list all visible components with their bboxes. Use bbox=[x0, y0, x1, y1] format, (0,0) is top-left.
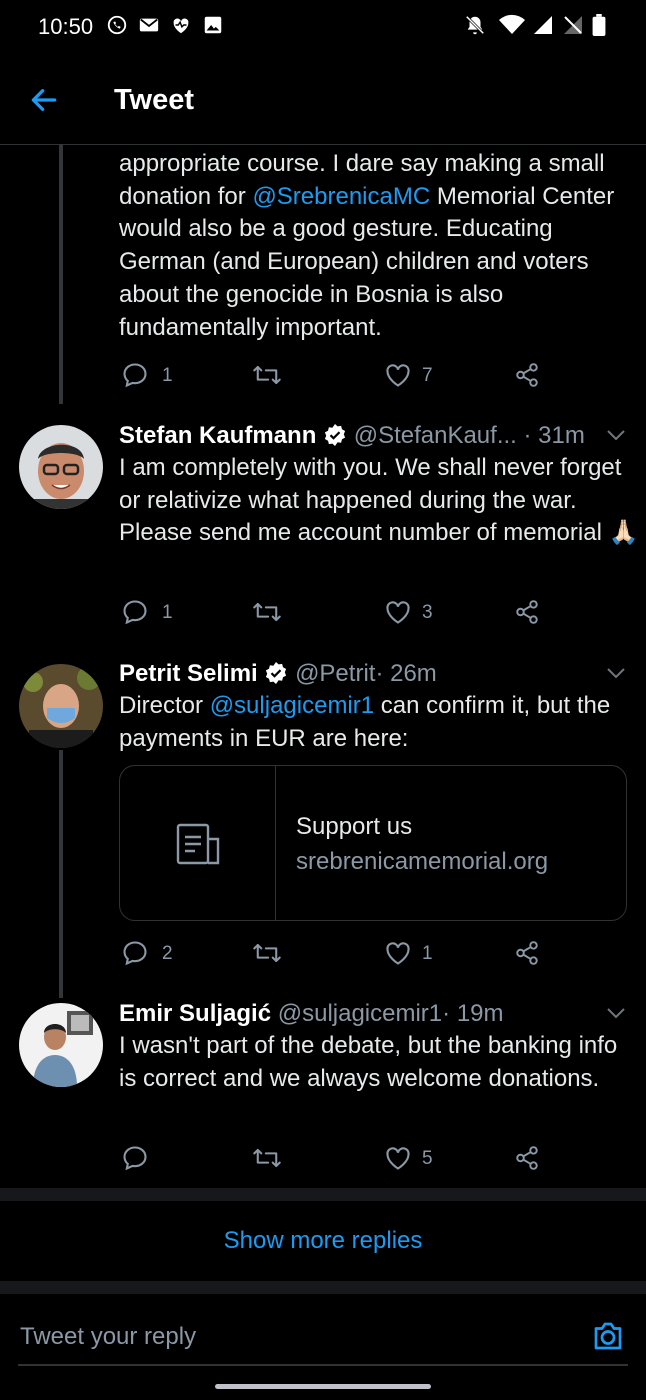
image-icon bbox=[204, 16, 222, 34]
avatar-photo bbox=[19, 1003, 103, 1087]
battery-icon bbox=[592, 14, 606, 36]
share-icon bbox=[516, 363, 538, 387]
back-arrow-icon[interactable] bbox=[28, 84, 60, 116]
retweet-icon bbox=[253, 943, 281, 963]
reply-icon bbox=[123, 600, 147, 625]
link-card[interactable]: Support us srebrenicamemorial.org bbox=[119, 765, 627, 921]
display-name[interactable]: Stefan Kaufmann bbox=[119, 422, 316, 449]
mention-link[interactable]: @suljagicemir1 bbox=[210, 692, 374, 719]
mail-icon bbox=[139, 18, 159, 32]
reply-count: 1 bbox=[162, 602, 173, 623]
avatar-photo bbox=[19, 425, 103, 509]
section-divider bbox=[0, 1281, 646, 1294]
like-count: 1 bbox=[422, 943, 433, 964]
heart-icon bbox=[386, 601, 410, 624]
page-title: Tweet bbox=[114, 84, 195, 116]
notifications-off-icon bbox=[465, 15, 485, 35]
reply-button[interactable] bbox=[121, 939, 149, 969]
link-card-thumbnail bbox=[120, 766, 276, 920]
chevron-down-icon[interactable] bbox=[605, 1006, 627, 1020]
home-indicator[interactable] bbox=[215, 1384, 431, 1389]
like-button[interactable] bbox=[384, 939, 412, 969]
handle[interactable]: @StefanKauf... bbox=[354, 422, 517, 449]
share-icon bbox=[516, 600, 538, 624]
reply-count: 1 bbox=[162, 365, 173, 386]
retweet-button[interactable] bbox=[252, 1144, 282, 1174]
status-bar: 10:50 bbox=[0, 0, 646, 58]
like-button[interactable] bbox=[384, 598, 412, 628]
retweet-button[interactable] bbox=[252, 939, 282, 969]
tweet[interactable]: appropriate course. I dare say making a … bbox=[0, 144, 646, 406]
like-button[interactable] bbox=[384, 1144, 412, 1174]
reply-button[interactable] bbox=[121, 598, 149, 628]
chevron-down-icon[interactable] bbox=[605, 666, 627, 680]
tweet-header: Petrit Selimi @Petrit· 26m bbox=[119, 660, 437, 688]
handle[interactable]: @Petrit bbox=[295, 660, 375, 687]
timestamp: · 19m bbox=[442, 1000, 504, 1027]
verified-badge-icon bbox=[266, 662, 287, 684]
retweet-icon bbox=[253, 365, 281, 385]
share-button[interactable] bbox=[514, 1144, 540, 1174]
document-icon bbox=[176, 823, 220, 865]
retweet-icon bbox=[253, 1148, 281, 1168]
heart-icon bbox=[386, 1147, 410, 1170]
link-card-title: Support us bbox=[296, 813, 413, 840]
like-count: 7 bbox=[422, 365, 433, 386]
reply-input-underline bbox=[18, 1364, 628, 1366]
handle[interactable]: @suljagicemir1 bbox=[278, 1000, 442, 1027]
like-button[interactable] bbox=[384, 361, 412, 391]
reply-input[interactable] bbox=[18, 1308, 582, 1366]
app-header: Tweet bbox=[0, 58, 646, 145]
tweet-header: Stefan Kaufmann @StefanKauf... · 31m bbox=[119, 422, 585, 450]
tweet-text: Director @suljagicemir1 can confirm it, … bbox=[119, 692, 611, 752]
avatar[interactable] bbox=[19, 425, 103, 509]
timestamp: · 26m bbox=[375, 660, 437, 687]
share-button[interactable] bbox=[514, 361, 540, 391]
avatar[interactable] bbox=[19, 1003, 103, 1087]
timestamp: · 31m bbox=[523, 422, 585, 449]
like-count: 5 bbox=[422, 1148, 433, 1169]
reply-button[interactable] bbox=[121, 1144, 149, 1174]
reply-icon bbox=[123, 941, 147, 966]
heart-monitor-icon bbox=[173, 18, 189, 34]
avatar[interactable] bbox=[19, 664, 103, 748]
reply-icon bbox=[123, 1146, 147, 1171]
share-icon bbox=[516, 941, 538, 965]
signal-off-icon bbox=[564, 16, 582, 34]
display-name[interactable]: Emir Suljagić bbox=[119, 1000, 271, 1027]
retweet-button[interactable] bbox=[252, 361, 282, 391]
retweet-icon bbox=[253, 602, 281, 622]
heart-icon bbox=[386, 942, 410, 965]
signal-icon bbox=[534, 16, 552, 34]
link-card-domain: srebrenicamemorial.org bbox=[296, 848, 549, 875]
share-icon bbox=[516, 1146, 538, 1170]
status-time: 10:50 bbox=[38, 14, 94, 39]
avatar-photo bbox=[19, 664, 103, 748]
verified-badge-icon bbox=[324, 424, 346, 446]
display-name[interactable]: Petrit Selimi bbox=[119, 660, 258, 687]
thread-line bbox=[59, 750, 63, 998]
whatsapp-icon bbox=[107, 15, 127, 35]
reply-button[interactable] bbox=[121, 361, 149, 391]
share-button[interactable] bbox=[514, 598, 540, 628]
reply-icon bbox=[123, 363, 147, 388]
reply-count: 2 bbox=[162, 943, 173, 964]
retweet-button[interactable] bbox=[252, 598, 282, 628]
tweet-text: I am completely with you. We shall never… bbox=[119, 454, 639, 547]
mention-link[interactable]: @SrebrenicaMC bbox=[252, 183, 430, 210]
tweet-text: appropriate course. I dare say making a … bbox=[119, 150, 615, 341]
section-divider bbox=[0, 1188, 646, 1201]
tweet-text: I wasn't part of the debate, but the ban… bbox=[119, 1032, 618, 1092]
share-button[interactable] bbox=[514, 939, 540, 969]
show-more-replies-button[interactable]: Show more replies bbox=[0, 1201, 646, 1281]
heart-icon bbox=[386, 364, 410, 387]
camera-icon[interactable] bbox=[590, 1318, 626, 1354]
chevron-down-icon[interactable] bbox=[605, 428, 627, 442]
like-count: 3 bbox=[422, 602, 433, 623]
tweet-header: Emir Suljagić @suljagicemir1· 19m bbox=[119, 1000, 504, 1028]
wifi-icon bbox=[499, 14, 525, 34]
